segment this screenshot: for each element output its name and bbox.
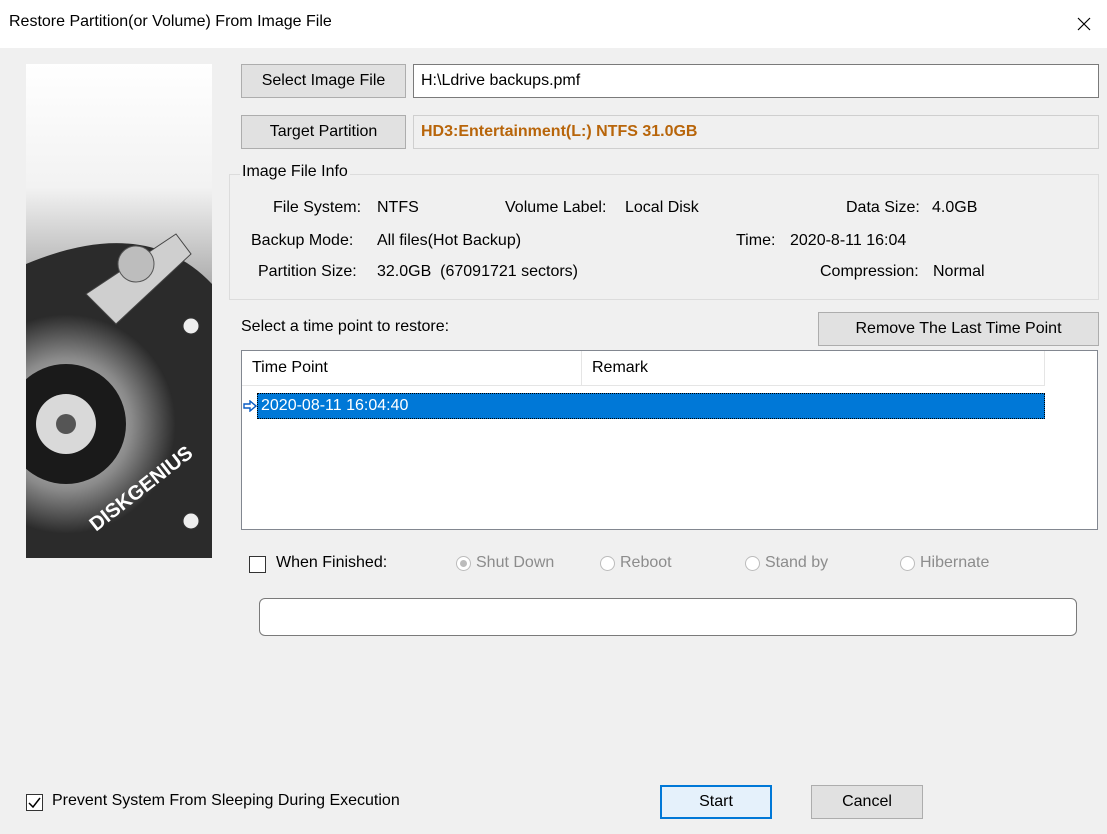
cancel-button-label: Cancel xyxy=(842,793,892,810)
partition-size-value: 32.0GB (67091721 sectors) xyxy=(377,263,579,280)
time-point-cell: 2020-08-11 16:04:40 xyxy=(261,397,409,414)
start-button-label: Start xyxy=(699,793,733,810)
time-value: 2020-8-11 16:04 xyxy=(790,232,907,249)
hard-drive-illustration: DISKGENIUS xyxy=(26,64,212,558)
file-system-value: NTFS xyxy=(377,199,419,216)
target-partition-button[interactable]: Target Partition xyxy=(241,115,406,149)
prevent-sleep-label: Prevent System From Sleeping During Exec… xyxy=(52,792,400,809)
radio-stand-by[interactable]: Stand by xyxy=(745,554,828,572)
radio-reboot-indicator xyxy=(600,555,615,571)
radio-shut-down-indicator xyxy=(456,555,471,571)
volume-label-label: Volume Label: xyxy=(505,199,607,216)
radio-hibernate-indicator xyxy=(900,555,915,571)
image-file-path-value: H:\Ldrive backups.pmf xyxy=(421,72,581,89)
target-partition-field: HD3:Entertainment(L:) NTFS 31.0GB xyxy=(413,115,1099,149)
column-header-time-point[interactable]: Time Point xyxy=(242,351,582,385)
prevent-sleep-checkbox[interactable] xyxy=(26,794,43,811)
image-file-info-group xyxy=(229,174,1099,300)
time-label: Time: xyxy=(736,232,776,249)
dialog-body: DISKGENIUS Select Image File H:\Ldrive b… xyxy=(0,48,1107,834)
table-row[interactable]: 2020-08-11 16:04:40 xyxy=(257,393,1045,419)
target-partition-value: HD3:Entertainment(L:) NTFS 31.0GB xyxy=(421,123,698,140)
time-point-prompt: Select a time point to restore: xyxy=(241,318,450,335)
select-image-file-label: Select Image File xyxy=(261,72,386,89)
title-bar: Restore Partition(or Volume) From Image … xyxy=(0,0,1107,48)
image-file-path-field[interactable]: H:\Ldrive backups.pmf xyxy=(413,64,1099,98)
radio-shut-down[interactable]: Shut Down xyxy=(456,554,554,572)
close-button[interactable] xyxy=(1061,0,1107,48)
when-finished-label: When Finished: xyxy=(276,554,388,571)
radio-reboot-label: Reboot xyxy=(620,554,672,571)
checkmark-icon xyxy=(28,797,41,808)
radio-shut-down-label: Shut Down xyxy=(476,554,555,571)
compression-value: Normal xyxy=(933,263,985,280)
remove-last-time-point-label: Remove The Last Time Point xyxy=(855,320,1062,337)
column-header-time-point-label: Time Point xyxy=(252,359,328,376)
compression-label: Compression: xyxy=(820,263,919,280)
time-point-list[interactable]: Time Point Remark 2020-08-11 16:04:40 xyxy=(241,350,1098,530)
radio-hibernate-label: Hibernate xyxy=(920,554,990,571)
radio-stand-by-indicator xyxy=(745,555,760,571)
current-arrow-icon xyxy=(242,396,258,416)
data-size-value: 4.0GB xyxy=(932,199,978,216)
data-size-label: Data Size: xyxy=(846,199,920,216)
radio-stand-by-label: Stand by xyxy=(765,554,829,571)
radio-hibernate[interactable]: Hibernate xyxy=(900,554,989,572)
when-finished-checkbox[interactable] xyxy=(249,556,266,573)
volume-label-value: Local Disk xyxy=(625,199,699,216)
progress-bar xyxy=(259,598,1077,636)
target-partition-label: Target Partition xyxy=(269,123,378,140)
select-image-file-button[interactable]: Select Image File xyxy=(241,64,406,98)
column-header-remark-label: Remark xyxy=(592,359,649,376)
remove-last-time-point-button[interactable]: Remove The Last Time Point xyxy=(818,312,1099,346)
file-system-label: File System: xyxy=(273,199,362,216)
partition-size-label: Partition Size: xyxy=(258,263,357,280)
window-title: Restore Partition(or Volume) From Image … xyxy=(9,13,332,30)
image-file-info-title: Image File Info xyxy=(240,163,350,181)
close-icon xyxy=(1077,17,1091,31)
backup-mode-label: Backup Mode: xyxy=(251,232,354,249)
cancel-button[interactable]: Cancel xyxy=(811,785,923,819)
list-header: Time Point Remark xyxy=(242,351,1045,386)
start-button[interactable]: Start xyxy=(660,785,772,819)
radio-reboot[interactable]: Reboot xyxy=(600,554,672,572)
column-header-remark[interactable]: Remark xyxy=(582,351,1045,385)
backup-mode-value: All files(Hot Backup) xyxy=(377,232,522,249)
